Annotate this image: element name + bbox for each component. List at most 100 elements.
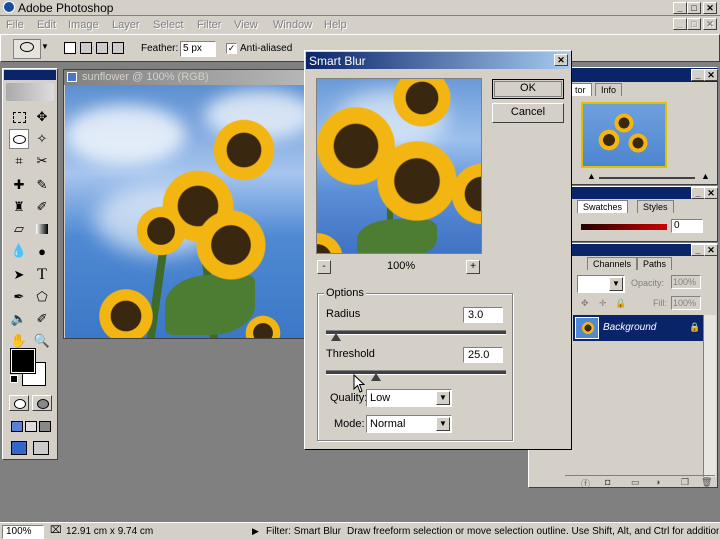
tab-styles[interactable]: Styles [637, 200, 674, 213]
lock-transparency-icon[interactable]: ✥ [581, 298, 589, 309]
opacity-input[interactable]: 100% [671, 275, 701, 289]
tab-swatches[interactable]: Swatches [577, 200, 629, 213]
new-set-icon[interactable]: ▭ [631, 477, 640, 488]
navigator-thumbnail[interactable] [581, 102, 667, 168]
menu-filter[interactable]: Filter [197, 19, 221, 31]
tab-channels[interactable]: Channels [587, 257, 638, 270]
brush-tool-icon[interactable]: ✎ [32, 175, 52, 195]
pen-tool-icon[interactable]: ✒ [9, 287, 29, 307]
lock-all-icon[interactable]: 🔒 [615, 298, 626, 309]
menu-window[interactable]: Window [273, 19, 312, 31]
radius-slider[interactable] [326, 330, 506, 344]
hand-tool-icon[interactable]: ✋ [9, 331, 29, 351]
history-brush-icon[interactable]: ✐ [32, 197, 52, 217]
tab-info[interactable]: Info [595, 83, 623, 96]
menu-view[interactable]: View [234, 19, 258, 31]
radius-slider-thumb[interactable] [331, 333, 342, 341]
lock-position-icon[interactable]: ✛ [599, 298, 607, 309]
eraser-tool-icon[interactable]: ▱ [9, 219, 29, 239]
type-tool-icon[interactable]: T [32, 265, 52, 285]
foreground-color-swatch[interactable] [10, 348, 36, 374]
zoom-tool-icon[interactable]: 🔍 [32, 331, 52, 351]
fill-input[interactable]: 100% [671, 296, 701, 310]
adjustment-layer-icon[interactable]: ◑ [655, 477, 660, 487]
menu-layer[interactable]: Layer [112, 19, 140, 31]
menu-help[interactable]: Help [324, 19, 347, 31]
intersect-selection-icon[interactable] [112, 42, 124, 54]
imageready-icon[interactable] [33, 441, 49, 455]
swatches-minimize-button[interactable]: _ [691, 187, 705, 199]
slice-tool-icon[interactable]: ✂ [32, 151, 52, 171]
layers-close-button[interactable]: ✕ [704, 244, 718, 256]
menu-select[interactable]: Select [153, 19, 184, 31]
photoshop-eye-icon[interactable] [6, 83, 54, 101]
threshold-input[interactable]: 25.0 [463, 347, 503, 363]
menu-image[interactable]: Image [68, 19, 99, 31]
close-app-button[interactable]: ✕ [703, 2, 717, 14]
layers-scrollbar[interactable] [703, 315, 716, 477]
layer-row-background[interactable]: Background 🔒 [573, 315, 703, 341]
magic-wand-icon[interactable]: ✧ [32, 129, 52, 149]
new-layer-icon[interactable]: ❐ [681, 477, 689, 488]
restore-button[interactable]: □ [687, 2, 701, 14]
screen-mode-full-menu-icon[interactable] [25, 421, 37, 432]
navigator-zoom-slider[interactable] [599, 177, 695, 179]
threshold-slider-thumb[interactable] [371, 373, 381, 381]
menu-edit[interactable]: Edit [37, 19, 56, 31]
shape-tool-icon[interactable]: ⬠ [32, 287, 52, 307]
layers-minimize-button[interactable]: _ [691, 244, 705, 256]
standard-mode-button[interactable] [9, 395, 29, 411]
move-tool-icon[interactable]: ✥ [32, 107, 52, 127]
new-selection-icon[interactable] [64, 42, 76, 54]
red-slider-track[interactable] [581, 224, 667, 230]
healing-brush-icon[interactable]: ✚ [9, 175, 29, 195]
notes-tool-icon[interactable]: 🔈 [9, 309, 29, 329]
layer-mask-icon[interactable]: ◘ [605, 477, 610, 487]
dodge-tool-icon[interactable]: ● [32, 241, 52, 261]
color-value-field[interactable]: 0 [671, 219, 703, 233]
lasso-tool-preset-button[interactable] [13, 39, 41, 59]
document-title-bar[interactable]: sunflower @ 100% (RGB) [64, 70, 312, 85]
tab-paths[interactable]: Paths [637, 257, 673, 270]
dialog-title-bar[interactable]: Smart Blur ✕ [306, 52, 570, 69]
subtract-selection-icon[interactable] [96, 42, 108, 54]
layer-style-icon[interactable]: ⓕ [581, 477, 590, 490]
tab-navigator[interactable]: tor [569, 83, 592, 96]
mode-select[interactable]: Normal ▼ [366, 415, 452, 433]
swatches-close-button[interactable]: ✕ [704, 187, 718, 199]
marquee-tool-icon[interactable] [9, 107, 29, 127]
lasso-tool-icon[interactable] [9, 129, 29, 149]
eyedropper-icon[interactable]: ✐ [32, 309, 52, 329]
dialog-preview[interactable] [316, 78, 482, 254]
feather-input[interactable]: 5 px [180, 41, 216, 57]
quick-mask-button[interactable] [32, 395, 52, 411]
path-selection-icon[interactable]: ➤ [9, 265, 29, 285]
menu-file[interactable]: File [6, 19, 24, 31]
doc-restore-button[interactable]: □ [687, 18, 701, 30]
dialog-close-button[interactable]: ✕ [554, 54, 568, 66]
zoom-out-button[interactable]: - [317, 260, 331, 274]
add-to-selection-icon[interactable] [80, 42, 92, 54]
doc-close-button[interactable]: ✕ [703, 18, 717, 30]
cancel-button[interactable]: Cancel [492, 103, 564, 123]
document-canvas[interactable] [65, 85, 312, 338]
screen-mode-full-icon[interactable] [39, 421, 51, 432]
zoom-in-button[interactable]: + [466, 260, 480, 274]
jump-to-imageready-icon[interactable] [11, 441, 27, 455]
radius-input[interactable]: 3.0 [463, 307, 503, 323]
ok-button[interactable]: OK [492, 79, 564, 99]
navigator-zoom-in-icon[interactable]: ▲ [701, 171, 710, 181]
crop-tool-icon[interactable]: ⌗ [9, 151, 29, 171]
chevron-down-icon[interactable]: ▼ [41, 42, 49, 51]
minimize-button[interactable]: _ [673, 2, 687, 14]
navigator-close-button[interactable]: ✕ [704, 69, 718, 81]
document-info-icon[interactable]: ⌧ [50, 525, 62, 536]
status-menu-arrow-icon[interactable]: ▶ [252, 526, 259, 537]
clone-stamp-icon[interactable]: ♜ [9, 197, 29, 217]
blur-tool-icon[interactable]: 💧 [9, 241, 29, 261]
screen-mode-standard-icon[interactable] [11, 421, 23, 432]
blend-mode-select[interactable]: ▼ [577, 275, 625, 293]
default-colors-icon[interactable] [10, 375, 18, 383]
trash-icon[interactable]: 🗑 [701, 477, 712, 488]
quality-select[interactable]: Low ▼ [366, 389, 452, 407]
